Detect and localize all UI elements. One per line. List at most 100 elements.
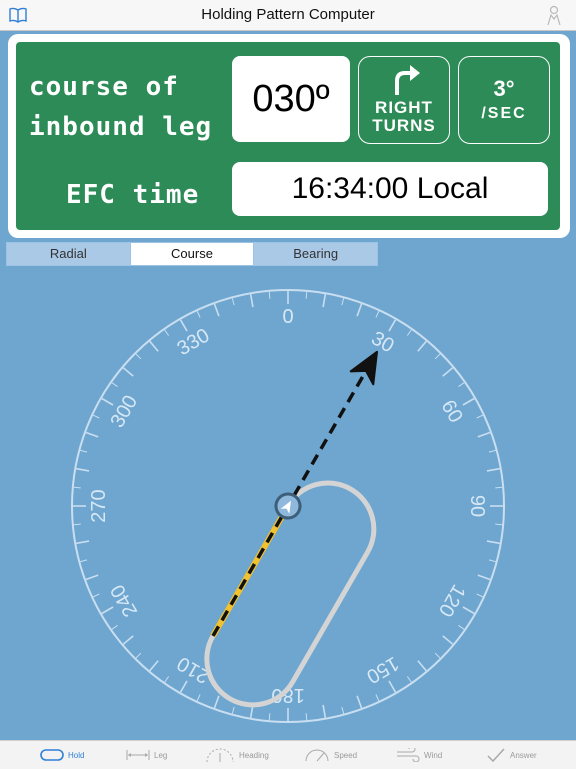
compass-tick (179, 319, 188, 332)
compass-tick (231, 706, 235, 714)
compass-tick (406, 676, 412, 683)
compass-rose: 0306090120150180210240270300330 (71, 289, 505, 723)
compass-tick (495, 523, 503, 526)
heading-dial-icon (206, 748, 234, 763)
compass-tick (85, 431, 99, 438)
compass-tick (213, 695, 220, 709)
compass-tick (388, 319, 397, 332)
compass-tick (101, 397, 114, 406)
compass-tick (135, 353, 142, 360)
efc-time-field[interactable]: 16:34:00 Local (232, 162, 548, 216)
compass-label-270: 270 (88, 489, 110, 522)
rate-value: 3° (493, 76, 515, 101)
compass-tick (305, 713, 308, 721)
compass-tick (322, 294, 327, 308)
compass-tick (268, 713, 271, 721)
tab-leg-label: Leg (154, 750, 168, 760)
hold-info-panel: course of inbound leg 030º RIGHT TURNS 3… (16, 42, 560, 230)
compass-tick (476, 414, 484, 419)
compass-tick (476, 593, 484, 598)
compass-label-150: 150 (363, 652, 403, 688)
compass-tick (231, 298, 235, 306)
compass-label-330: 330 (174, 324, 214, 360)
navigation-bar: Holding Pattern Computer (0, 0, 576, 31)
tab-answer-label: Answer (510, 750, 537, 760)
compass-tick (101, 606, 114, 615)
wind-icon (397, 748, 420, 762)
compass-tick (249, 294, 254, 308)
efc-label: EFC time (66, 180, 200, 210)
compass-label-60: 60 (437, 396, 467, 426)
compass-tick (375, 310, 380, 318)
compass-tick (122, 367, 134, 377)
compass-tick (92, 593, 100, 598)
tab-answer[interactable]: Answer (486, 741, 537, 769)
course-value-field[interactable]: 030º (232, 56, 350, 142)
compass-tick (179, 680, 188, 693)
compass-tick (486, 467, 500, 472)
compass-tick (356, 303, 363, 317)
compass-tick (462, 397, 475, 406)
compass-tick (305, 291, 308, 299)
compass-tick (417, 660, 427, 672)
compass-tick (76, 540, 90, 545)
compass-tick (477, 574, 491, 581)
segment-radial[interactable]: Radial (7, 243, 131, 265)
speed-gauge-icon (305, 749, 329, 762)
compass-tick (434, 353, 441, 360)
compass-tick (406, 329, 412, 336)
turn-direction-button[interactable]: RIGHT TURNS (358, 56, 450, 144)
segment-bearing[interactable]: Bearing (254, 243, 378, 265)
holding-pattern (204, 350, 378, 708)
app-title: Holding Pattern Computer (201, 6, 375, 23)
compass-tick (462, 606, 475, 615)
turn-rate-button[interactable]: 3° /SEC (458, 56, 550, 144)
tab-hold[interactable]: Hold (40, 741, 84, 769)
tab-heading-label: Heading (239, 750, 269, 760)
compass-tick (488, 449, 496, 453)
compass-label-90: 90 (466, 495, 488, 517)
turn-line2: TURNS (372, 116, 436, 135)
tab-wind[interactable]: Wind (396, 741, 442, 769)
compass-tick (196, 310, 201, 318)
course-value: 030º (252, 77, 330, 120)
compass-tick (268, 291, 271, 299)
tab-bar: Hold Leg Heading Speed Wind Answer (0, 740, 576, 769)
compass-tick (434, 652, 441, 659)
compass-tick (111, 624, 118, 630)
reference-segmented-control: Radial Course Bearing (6, 242, 378, 266)
tab-hold-label: Hold (68, 750, 85, 760)
checkmark-icon (487, 748, 505, 763)
compass-tick (80, 559, 88, 563)
rate-unit: /SEC (481, 105, 527, 122)
compass-tick (442, 635, 454, 645)
compass-tick (322, 704, 327, 718)
compass-tick (213, 303, 220, 317)
tab-heading[interactable]: Heading (205, 741, 269, 769)
compass-tick (341, 706, 345, 714)
tab-speed[interactable]: Speed (304, 741, 357, 769)
compass-tick (486, 540, 500, 545)
compass-tick (164, 329, 170, 336)
compass-label-0: 0 (282, 306, 293, 328)
compass-tick (85, 574, 99, 581)
compass-tick (388, 680, 397, 693)
compass-tick (122, 635, 134, 645)
tab-leg[interactable]: Leg (126, 741, 167, 769)
turn-line1: RIGHT (375, 98, 433, 117)
compass-label-30: 30 (367, 327, 397, 357)
compass-tick (111, 382, 118, 388)
compass-tick (375, 694, 380, 702)
pilot-icon[interactable] (544, 4, 564, 26)
compass-tick (135, 652, 142, 659)
course-label-line1: course of (29, 72, 179, 102)
compass-tick (76, 467, 90, 472)
leg-length-icon (126, 750, 150, 760)
compass-tick (73, 486, 81, 489)
compass-label-300: 300 (106, 392, 142, 432)
compass-tick (196, 694, 201, 702)
segment-course[interactable]: Course (130, 243, 255, 265)
compass-tick (458, 624, 465, 630)
hold-entry-card: course of inbound leg 030º RIGHT TURNS 3… (8, 34, 570, 238)
compass-tick (417, 340, 427, 352)
